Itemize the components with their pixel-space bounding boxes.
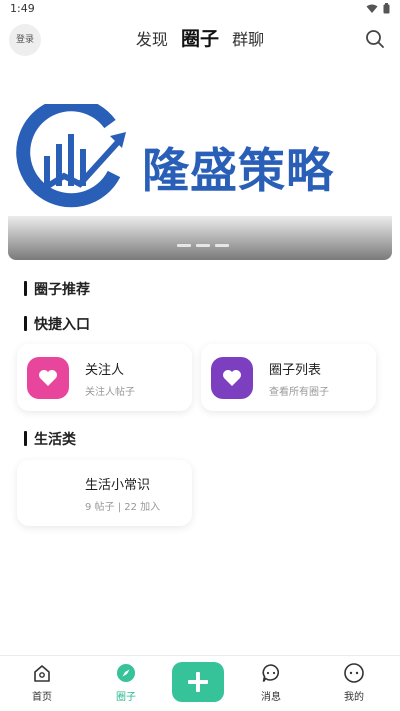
section-recommend-title: 圈子推荐 [24, 279, 90, 299]
nav-messages-label: 消息 [261, 692, 281, 703]
nav-mine[interactable]: 我的 [324, 662, 384, 703]
logo-icon [16, 104, 126, 208]
nav-messages[interactable]: 消息 [241, 662, 301, 703]
circle-list-card-subtitle: 查看所有圈子 [269, 387, 329, 398]
status-bar: 1:49 [0, 0, 400, 18]
banner-dot[interactable] [215, 244, 229, 247]
life-card-meta: 9 帖子 | 22 加入 [85, 502, 161, 513]
life-card-title: 生活小常识 [85, 478, 151, 493]
bottom-nav: 首页 圈子 消息 我的 [0, 655, 400, 711]
compass-icon [117, 664, 135, 682]
add-post-button[interactable] [172, 662, 224, 702]
life-tips-card[interactable]: 生活小常识 9 帖子 | 22 加入 [17, 460, 192, 526]
top-tabs: 发现 圈子 群聊 [0, 24, 400, 51]
tab-group-chat[interactable]: 群聊 [232, 26, 264, 50]
follow-card-icon-bg [27, 357, 69, 399]
banner-pagination [177, 244, 229, 247]
status-time: 1:49 [10, 2, 35, 15]
chat-icon [262, 664, 280, 682]
banner-logo-text: 隆盛策略 [142, 144, 334, 199]
banner[interactable]: 隆盛策略 [8, 84, 392, 260]
heart-icon [39, 370, 57, 386]
search-icon[interactable] [364, 28, 386, 50]
circle-list-card-title: 圈子列表 [269, 363, 322, 378]
follow-card-subtitle: 关注人帖子 [85, 387, 135, 398]
banner-shadow [8, 216, 392, 260]
plus-icon [188, 672, 208, 692]
circle-list-card-icon-bg [211, 357, 253, 399]
status-icons [366, 3, 390, 14]
nav-home[interactable]: 首页 [12, 662, 72, 703]
battery-icon [383, 3, 390, 14]
nav-circle[interactable]: 圈子 [96, 662, 156, 703]
profile-icon [344, 663, 364, 683]
shortcut-follow-card[interactable]: 关注人 关注人帖子 [17, 344, 192, 411]
top-nav: 登录 发现 圈子 群聊 [0, 18, 400, 62]
banner-dot[interactable] [177, 244, 191, 247]
section-life-title: 生活类 [24, 429, 76, 449]
shortcut-circle-list-card[interactable]: 圈子列表 查看所有圈子 [201, 344, 376, 411]
home-icon [34, 665, 50, 682]
nav-circle-label: 圈子 [116, 692, 136, 703]
wifi-icon [366, 4, 378, 13]
section-shortcuts-title: 快捷入口 [24, 314, 90, 334]
tab-circle[interactable]: 圈子 [181, 24, 219, 51]
nav-home-label: 首页 [32, 692, 52, 703]
follow-card-title: 关注人 [85, 363, 125, 378]
tab-discover[interactable]: 发现 [136, 26, 168, 50]
heart-icon [223, 370, 241, 386]
banner-dot[interactable] [196, 244, 210, 247]
nav-mine-label: 我的 [344, 692, 364, 703]
